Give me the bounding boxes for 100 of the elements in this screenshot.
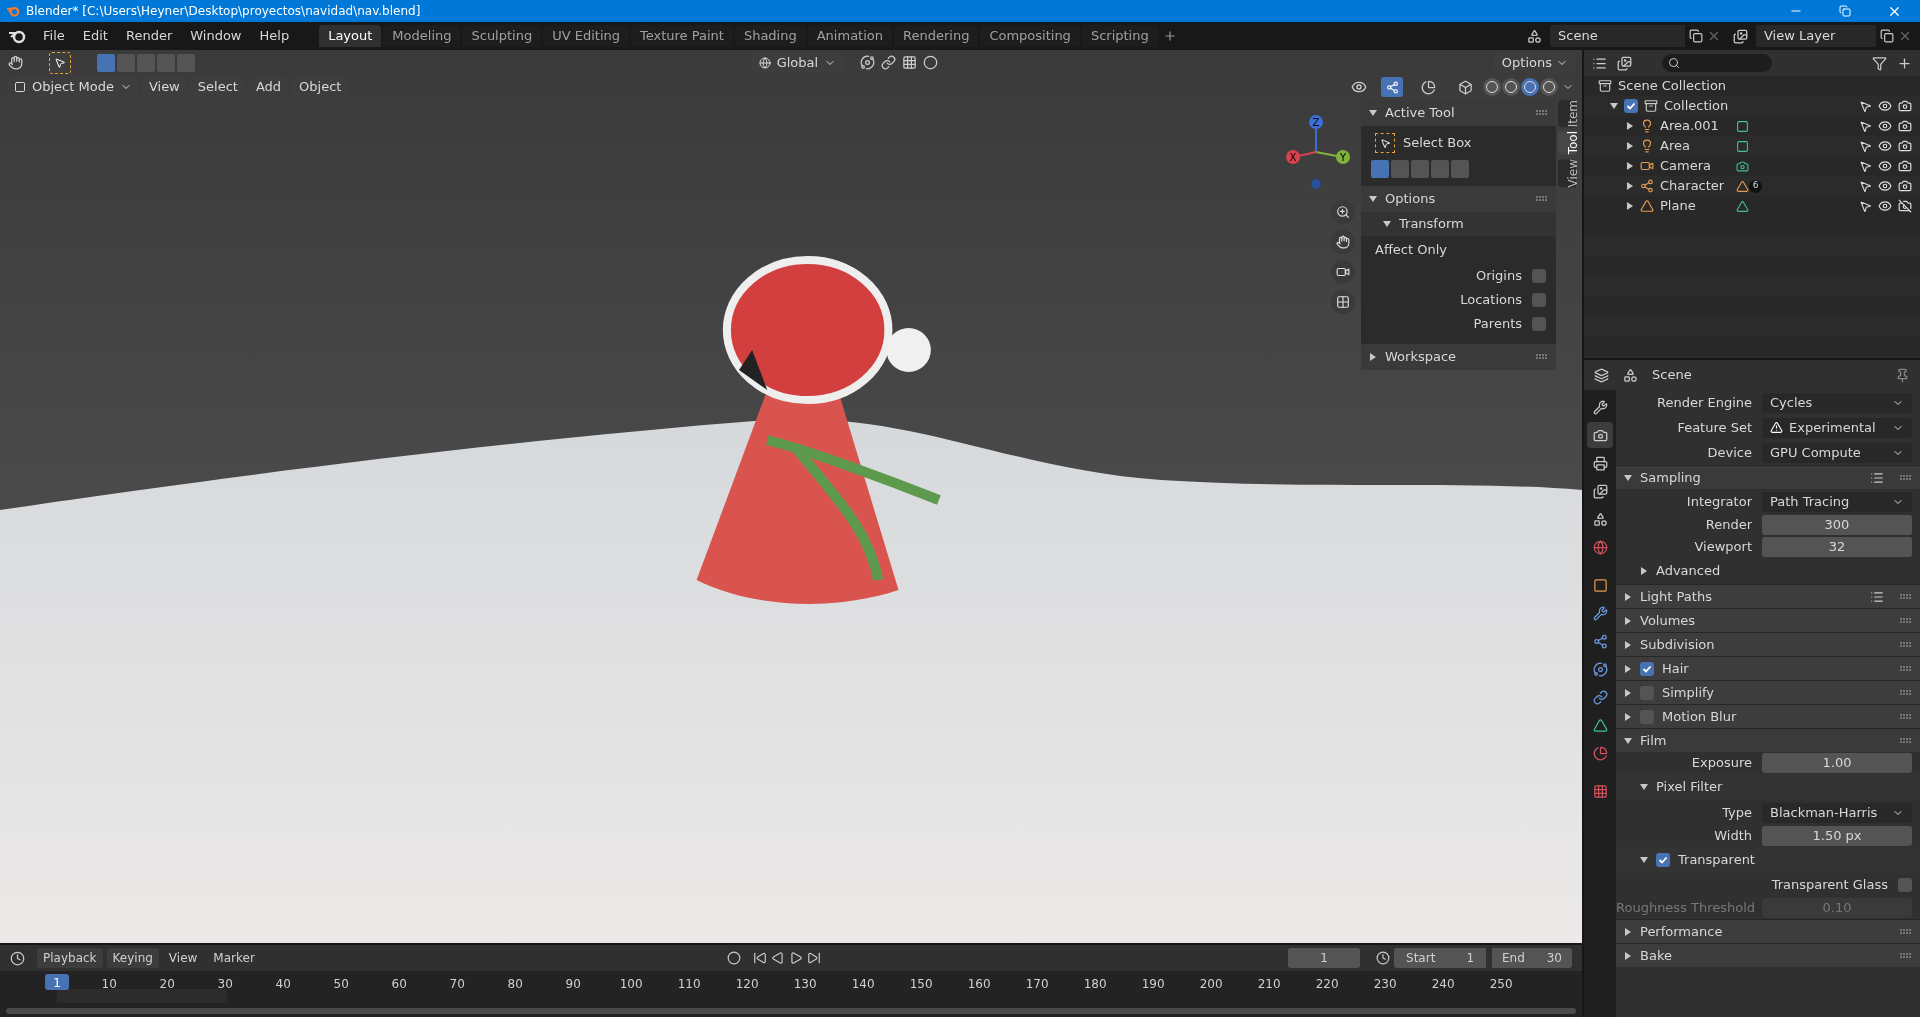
copy-icon[interactable] bbox=[1880, 29, 1894, 43]
selectable-icon[interactable] bbox=[1859, 179, 1872, 193]
presets-icon[interactable] bbox=[1870, 589, 1884, 604]
workspace-tab[interactable]: Shading bbox=[734, 25, 806, 47]
down-triangle-icon[interactable] bbox=[1610, 102, 1618, 110]
select-box-icon[interactable] bbox=[1375, 133, 1395, 153]
checkbox[interactable] bbox=[1624, 99, 1638, 113]
selectable-icon[interactable] bbox=[1859, 139, 1872, 153]
eye-icon[interactable] bbox=[1878, 99, 1892, 113]
drag-handle-icon[interactable] bbox=[1900, 617, 1912, 624]
drag-handle-icon[interactable] bbox=[1536, 110, 1548, 116]
eye-icon[interactable] bbox=[1878, 179, 1892, 193]
down-triangle-icon[interactable] bbox=[1369, 195, 1377, 203]
view-layer-icon[interactable] bbox=[1617, 55, 1632, 71]
dropdown[interactable]: Cycles bbox=[1762, 392, 1912, 413]
selectable-icon[interactable] bbox=[1859, 119, 1872, 133]
outliner-item[interactable]: Area bbox=[1660, 136, 1730, 156]
workspace-tab[interactable]: Animation bbox=[807, 25, 892, 47]
sidebar-tab[interactable]: View bbox=[1558, 158, 1576, 188]
right-triangle-icon[interactable] bbox=[1626, 162, 1634, 170]
eye-icon[interactable] bbox=[1878, 199, 1892, 213]
menu-item[interactable]: File bbox=[34, 24, 74, 48]
render-tab[interactable] bbox=[1587, 422, 1613, 448]
selectable-icon[interactable] bbox=[1859, 99, 1872, 113]
render-icon[interactable] bbox=[1898, 139, 1912, 153]
view-layer-field[interactable]: View Layer bbox=[1756, 25, 1876, 47]
workspace-tab[interactable]: Texture Paint bbox=[631, 25, 733, 47]
xray-icon[interactable] bbox=[1458, 79, 1473, 95]
drag-handle-icon[interactable] bbox=[1900, 737, 1912, 744]
checkbox[interactable] bbox=[1656, 853, 1670, 867]
right-triangle-icon[interactable] bbox=[1640, 567, 1648, 575]
timeline-menu[interactable]: View bbox=[162, 948, 204, 968]
number-field[interactable]: 1.00 bbox=[1762, 753, 1912, 773]
current-frame-field[interactable]: 1 bbox=[1288, 948, 1360, 968]
dropdown[interactable]: Path Tracing bbox=[1762, 491, 1912, 512]
menu-item[interactable]: Render bbox=[116, 24, 182, 48]
dropdown[interactable]: Experimental bbox=[1762, 417, 1912, 438]
outliner-item[interactable]: Plane bbox=[1660, 196, 1730, 216]
jump-end-icon[interactable] bbox=[807, 951, 822, 965]
drag-handle-icon[interactable] bbox=[1900, 474, 1912, 481]
right-triangle-icon[interactable] bbox=[1626, 122, 1634, 130]
drag-handle-icon[interactable] bbox=[1900, 641, 1912, 648]
record-icon[interactable] bbox=[727, 951, 742, 965]
play-icon[interactable] bbox=[789, 951, 804, 965]
right-triangle-icon[interactable] bbox=[1624, 640, 1632, 649]
jump-start-icon[interactable] bbox=[753, 951, 768, 965]
end-frame-field[interactable]: End 30 bbox=[1492, 948, 1572, 968]
workspace-tab[interactable]: Layout bbox=[319, 25, 382, 47]
sidebar-tab[interactable]: Tool bbox=[1558, 131, 1576, 155]
new-collection-icon[interactable] bbox=[1897, 55, 1912, 71]
right-triangle-icon[interactable] bbox=[1624, 927, 1632, 936]
camera-data-icon[interactable] bbox=[1736, 159, 1749, 173]
checkbox[interactable] bbox=[1898, 878, 1912, 892]
timeline-menu[interactable]: Keying bbox=[106, 948, 159, 968]
proportional-edit-icon[interactable] bbox=[923, 55, 939, 70]
view-layer-icon[interactable] bbox=[1733, 28, 1748, 44]
right-triangle-icon[interactable] bbox=[1626, 202, 1634, 210]
timeline-menu[interactable]: Playback bbox=[37, 948, 103, 968]
drag-handle-icon[interactable] bbox=[1900, 689, 1912, 696]
filter-icon[interactable] bbox=[1872, 55, 1887, 71]
editor-type-icon[interactable] bbox=[1594, 367, 1609, 383]
workspace-tab[interactable]: Sculpting bbox=[462, 25, 542, 47]
checkbox[interactable] bbox=[1532, 317, 1546, 331]
render-icon[interactable] bbox=[1898, 119, 1912, 133]
light-data-icon[interactable] bbox=[1736, 139, 1749, 153]
clock-icon[interactable] bbox=[1376, 951, 1390, 965]
drag-handle-icon[interactable] bbox=[1900, 952, 1912, 959]
down-triangle-icon[interactable] bbox=[1369, 109, 1377, 117]
down-triangle-icon[interactable] bbox=[1640, 783, 1648, 791]
workspace-tab[interactable]: UV Editing bbox=[543, 25, 629, 47]
snap-icon[interactable] bbox=[881, 55, 897, 70]
right-triangle-icon[interactable] bbox=[1624, 616, 1632, 625]
right-triangle-icon[interactable] bbox=[1626, 182, 1634, 190]
workspace-tab[interactable]: Modeling bbox=[383, 25, 461, 47]
axis-gizmo[interactable] bbox=[1286, 115, 1350, 189]
down-triangle-icon[interactable] bbox=[1624, 736, 1632, 745]
frame-ruler[interactable]: 1 10 20 30 40 50 60 70 80 90 100 110 120 130 140 150 160 170 180 190 200 210 220 230 240 250 bbox=[0, 971, 1582, 1005]
number-field[interactable]: 32 bbox=[1762, 537, 1912, 557]
right-triangle-icon[interactable] bbox=[1624, 664, 1632, 673]
checkbox[interactable] bbox=[1532, 269, 1546, 283]
outliner-item[interactable]: Camera bbox=[1660, 156, 1730, 176]
workspace-tab[interactable]: Compositing bbox=[980, 25, 1080, 47]
copy-icon[interactable] bbox=[1689, 29, 1703, 43]
eye-icon[interactable] bbox=[1878, 119, 1892, 133]
workspace-tab[interactable]: Scripting bbox=[1081, 25, 1158, 47]
checkbox[interactable] bbox=[1640, 661, 1654, 676]
gizmo-toggle[interactable] bbox=[1381, 77, 1403, 97]
display-mode-icon[interactable] bbox=[1592, 55, 1607, 71]
visibility-icon[interactable] bbox=[1351, 79, 1367, 95]
menu-item[interactable]: Edit bbox=[73, 24, 117, 48]
down-triangle-icon[interactable] bbox=[1383, 220, 1391, 228]
drag-handle-icon[interactable] bbox=[1536, 354, 1548, 360]
restore-icon[interactable] bbox=[1839, 5, 1851, 17]
blender-logo-icon[interactable] bbox=[8, 28, 26, 44]
dropdown[interactable]: GPU Compute bbox=[1762, 442, 1912, 463]
select-tool-button[interactable] bbox=[49, 51, 71, 74]
tool-settings-icon[interactable] bbox=[8, 55, 23, 70]
right-triangle-icon[interactable] bbox=[1624, 712, 1632, 721]
outliner-item[interactable]: Area.001 bbox=[1660, 116, 1730, 136]
scrollbar[interactable] bbox=[6, 1008, 1576, 1014]
